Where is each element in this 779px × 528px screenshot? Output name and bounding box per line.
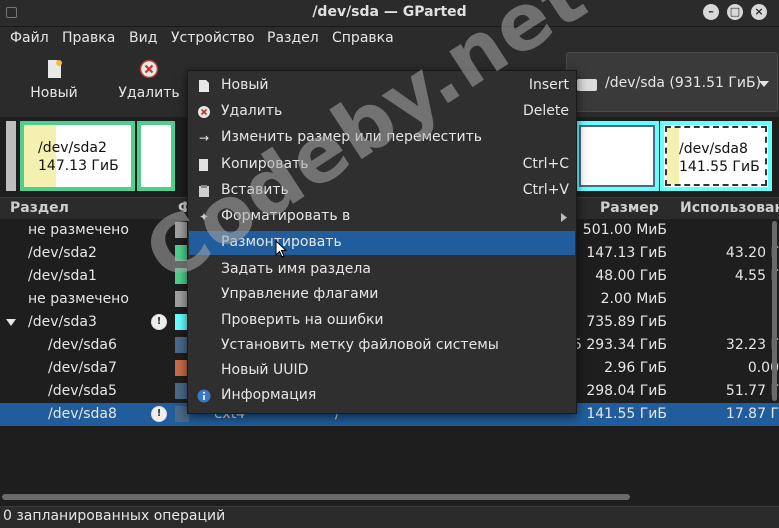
row-name: /dev/sda1 (28, 268, 97, 284)
menu-item-check[interactable]: Проверить на ошибки (189, 309, 575, 333)
menu-partition[interactable]: Раздел (267, 30, 319, 46)
row-used: 17.87 Г (725, 406, 779, 422)
delete-button-label: Удалить (118, 85, 180, 101)
row-name: /dev/sda5 (48, 383, 117, 399)
row-name: /dev/sda6 (48, 337, 117, 353)
row-size: 501.00 МиБ (582, 222, 667, 238)
row-size: 298.04 ГиБ (586, 383, 667, 399)
menu-help[interactable]: Справка (332, 30, 394, 46)
row-name: /dev/sda8 (48, 406, 117, 422)
menu-item-label: Форматировать в (221, 208, 351, 224)
copy-icon (199, 159, 208, 171)
menu-item-label: Задать имя раздела (221, 261, 371, 277)
info-icon: ! (151, 406, 167, 422)
menu-item-accel: Insert (528, 77, 569, 93)
menu-item-accel: Ctrl+C (522, 156, 569, 172)
minimize-button[interactable]: – (703, 4, 719, 20)
menu-item-accel: Ctrl+V (522, 182, 569, 198)
menu-item-label: Новый (221, 77, 269, 93)
title-bar: /dev/sda — GParted – □ × (0, 0, 779, 27)
row-name: /dev/sda2 (28, 245, 97, 261)
col-partition[interactable]: Раздел (10, 200, 69, 216)
info-icon: ! (151, 314, 167, 330)
mouse-cursor-icon (275, 240, 287, 258)
dropdown-arrow-icon (759, 81, 769, 87)
menu-item-label: Управление флагами (221, 286, 379, 302)
menu-item-manage-flags[interactable]: Управление флагами (189, 283, 575, 307)
menu-item-new-uuid[interactable]: Новый UUID (189, 359, 575, 383)
row-size: 141.55 ГиБ (586, 406, 667, 422)
menu-file[interactable]: Файл (10, 30, 49, 46)
close-button[interactable]: × (751, 4, 767, 20)
paste-icon (199, 185, 209, 197)
row-size: 293.34 ГиБ (586, 337, 667, 353)
maximize-button[interactable]: □ (727, 4, 743, 20)
new-document-icon (48, 60, 62, 78)
menu-item-information[interactable]: Информация (189, 384, 575, 408)
row-size: 2.96 ГиБ (604, 360, 667, 376)
delete-button[interactable]: Удалить (116, 59, 182, 101)
menu-item-set-name[interactable]: Задать имя раздела (189, 258, 575, 282)
map-sda2-size: 147.13 ГиБ (38, 158, 119, 174)
menu-item-label: Вставить (221, 182, 289, 198)
context-menu: Новый Insert Удалить Delete → Изменить р… (187, 70, 577, 414)
menu-item-label: Изменить размер или переместить (221, 129, 483, 145)
row-size: 2.00 МиБ (600, 291, 667, 307)
menu-item-label: Удалить (221, 103, 283, 119)
information-icon (197, 389, 211, 403)
vertical-scrollbar[interactable] (772, 221, 777, 401)
row-size: 735.89 ГиБ (586, 314, 667, 330)
row-size: 48.00 ГиБ (595, 268, 667, 284)
window-title: /dev/sda — GParted (312, 4, 467, 20)
menu-item-accel: Delete (523, 103, 569, 119)
menu-item-label: Установить метку файловой системы (221, 337, 499, 353)
submenu-arrow-icon (561, 213, 567, 222)
menu-item-copy[interactable]: Копировать Ctrl+C (189, 153, 575, 177)
menu-item-label: Копировать (221, 156, 309, 172)
device-selector-label: /dev/sda (931.51 ГиБ) (605, 75, 762, 91)
menu-item-resize[interactable]: → Изменить размер или переместить (189, 126, 575, 150)
row-name: не размечено (28, 291, 129, 307)
map-unallocated[interactable] (6, 121, 16, 191)
map-partition-sda8[interactable]: /dev/sda8 141.55 ГиБ (660, 121, 772, 191)
menu-item-paste[interactable]: Вставить Ctrl+V (189, 179, 575, 203)
menu-item-label: Проверить на ошибки (221, 312, 384, 328)
menu-device[interactable]: Устройство (171, 30, 255, 46)
new-document-icon (199, 80, 209, 92)
row-size: 147.13 ГиБ (586, 245, 667, 261)
new-button-label: Новый (30, 85, 78, 101)
delete-icon (198, 106, 210, 118)
menu-item-set-label[interactable]: Установить метку файловой системы (189, 334, 575, 358)
menu-item-unmount[interactable]: Размонтировать (189, 231, 575, 258)
row-name: /dev/sda3 (28, 314, 97, 330)
row-name: /dev/sda7 (48, 360, 117, 376)
menu-bar: Файл Правка Вид Устройство Раздел Справк… (0, 27, 779, 51)
new-button[interactable]: Новый (26, 59, 82, 101)
row-name: не размечено (28, 222, 129, 238)
menu-view[interactable]: Вид (129, 30, 157, 46)
menu-item-label: Информация (221, 387, 317, 403)
map-sda8-size: 141.55 ГиБ (679, 159, 760, 175)
menu-edit[interactable]: Правка (62, 30, 115, 46)
device-selector[interactable]: /dev/sda (931.51 ГиБ) (566, 52, 778, 112)
map-partition-sda1[interactable] (137, 121, 175, 191)
delete-icon (139, 59, 159, 79)
col-used[interactable]: Использован (680, 200, 779, 216)
expander-down-icon[interactable] (6, 319, 16, 327)
map-sda2-name: /dev/sda2 (38, 140, 107, 156)
status-text: 0 запланированных операций (3, 508, 226, 524)
menu-item-format-as[interactable]: ✦ Форматировать в (189, 205, 575, 229)
map-sda8-name: /dev/sda8 (679, 141, 748, 157)
map-extended-partition[interactable] (575, 121, 659, 191)
map-partition-sda2[interactable]: /dev/sda2 147.13 ГиБ (20, 121, 135, 191)
menu-item-delete[interactable]: Удалить Delete (189, 100, 575, 124)
status-bar: 0 запланированных операций (0, 506, 779, 528)
arrow-right-icon: → (198, 131, 210, 145)
menu-item-new[interactable]: Новый Insert (189, 74, 575, 98)
horizontal-scrollbar[interactable] (2, 494, 630, 500)
menu-item-label: Новый UUID (221, 362, 309, 378)
disk-icon (577, 79, 597, 91)
format-wand-icon: ✦ (198, 210, 210, 224)
col-size[interactable]: Размер (600, 200, 659, 216)
